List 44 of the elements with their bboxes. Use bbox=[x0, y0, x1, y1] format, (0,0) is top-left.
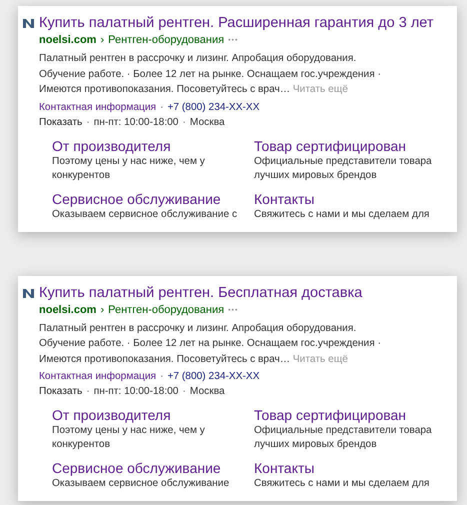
contact-info-link[interactable]: Контактная информация bbox=[39, 371, 156, 382]
breadcrumb-arrow: › bbox=[100, 302, 104, 318]
sitelink-title[interactable]: От производителя bbox=[52, 407, 254, 424]
sitelink-description: Официальные представители товара лучших мировых брендов bbox=[254, 424, 433, 452]
sitelink-title[interactable]: Товар сертифицирован bbox=[254, 138, 447, 154]
sitelink-title[interactable]: Товар сертифицирован bbox=[254, 407, 447, 424]
contact-text: пн-пт: 10:00-18:00 bbox=[94, 116, 178, 128]
sitelink-title[interactable]: Контакты bbox=[254, 460, 447, 477]
breadcrumb-link[interactable]: Рентген-оборудования bbox=[108, 33, 224, 48]
separator-dot: · bbox=[85, 116, 91, 128]
ad-description: Палатный рентген в рассрочку и лизинг. Апробация оборудования. Обучение работе. · Более 12 лет на рынке. Оснащаем гос.учреждения · Имеются противопоказания. Посоветуйтесь с врач… Читать ещё bbox=[39, 52, 382, 97]
ad-description: Палатный рентген в рассрочку и лизинг. Апробация оборудования. Обучение работе. · Более 12 лет на рынке. Оснащаем гос.учреждения · Имеются противопоказания. Посоветуйтесь с врач… Читать ещё bbox=[39, 322, 382, 366]
domain-link[interactable]: noelsi.com bbox=[39, 302, 96, 318]
show-phone-link[interactable]: Показать bbox=[39, 116, 82, 128]
sitelink-description: Свяжитесь с нами и мы сделаем для bbox=[254, 477, 430, 491]
site-favicon-icon bbox=[22, 17, 35, 30]
contact-text: пн-пт: 10:00-18:00 bbox=[94, 386, 178, 397]
sitelink-description: Поэтому цены у нас ниже, чем у конкурентов bbox=[52, 154, 206, 182]
sitelink-description: Поэтому цены у нас ниже, чем у конкурентов bbox=[52, 424, 206, 452]
separator-dot: · bbox=[181, 386, 187, 397]
site-favicon-icon bbox=[22, 286, 35, 300]
contact-text: Москва bbox=[190, 386, 225, 397]
ad-title-link[interactable]: Купить палатный рентген. Бесплатная доставка bbox=[39, 284, 419, 302]
domain-link[interactable]: noelsi.com bbox=[39, 33, 96, 48]
sitelink-description: Оказываем сервисное обслуживание bbox=[52, 477, 230, 491]
contact-info-link[interactable]: Контактная информация bbox=[39, 102, 156, 112]
sitelink-description: Свяжитесь с нами и мы сделаем для bbox=[254, 208, 430, 222]
breadcrumb-arrow: › bbox=[100, 33, 104, 48]
separator-dot: · bbox=[159, 371, 164, 382]
breadcrumb-link[interactable]: Рентген-оборудования bbox=[108, 302, 224, 318]
contact-text: Москва bbox=[190, 116, 225, 128]
phone-number: +7 (800) 234-XX-XX bbox=[167, 371, 260, 382]
sitelink-title[interactable]: Сервисное обслуживание bbox=[52, 190, 254, 208]
separator-dot: · bbox=[181, 116, 187, 128]
separator-dot: · bbox=[159, 102, 164, 112]
sitelink-description: Оказываем сервисное обслуживание с bbox=[52, 208, 238, 222]
ad-title-link[interactable]: Купить палатный рентген. Расширенная гарантия до 3 лет bbox=[39, 14, 434, 33]
phone-number: +7 (800) 234-XX-XX bbox=[167, 102, 260, 112]
separator-dot: · bbox=[85, 386, 91, 397]
sitelink-title[interactable]: Сервисное обслуживание bbox=[52, 460, 254, 477]
sitelink-description: Официальные представители товара лучших мировых брендов bbox=[254, 154, 433, 182]
sitelink-title[interactable]: Контакты bbox=[254, 190, 447, 208]
sitelink-title[interactable]: От производителя bbox=[52, 138, 254, 154]
show-phone-link[interactable]: Показать bbox=[39, 386, 82, 397]
